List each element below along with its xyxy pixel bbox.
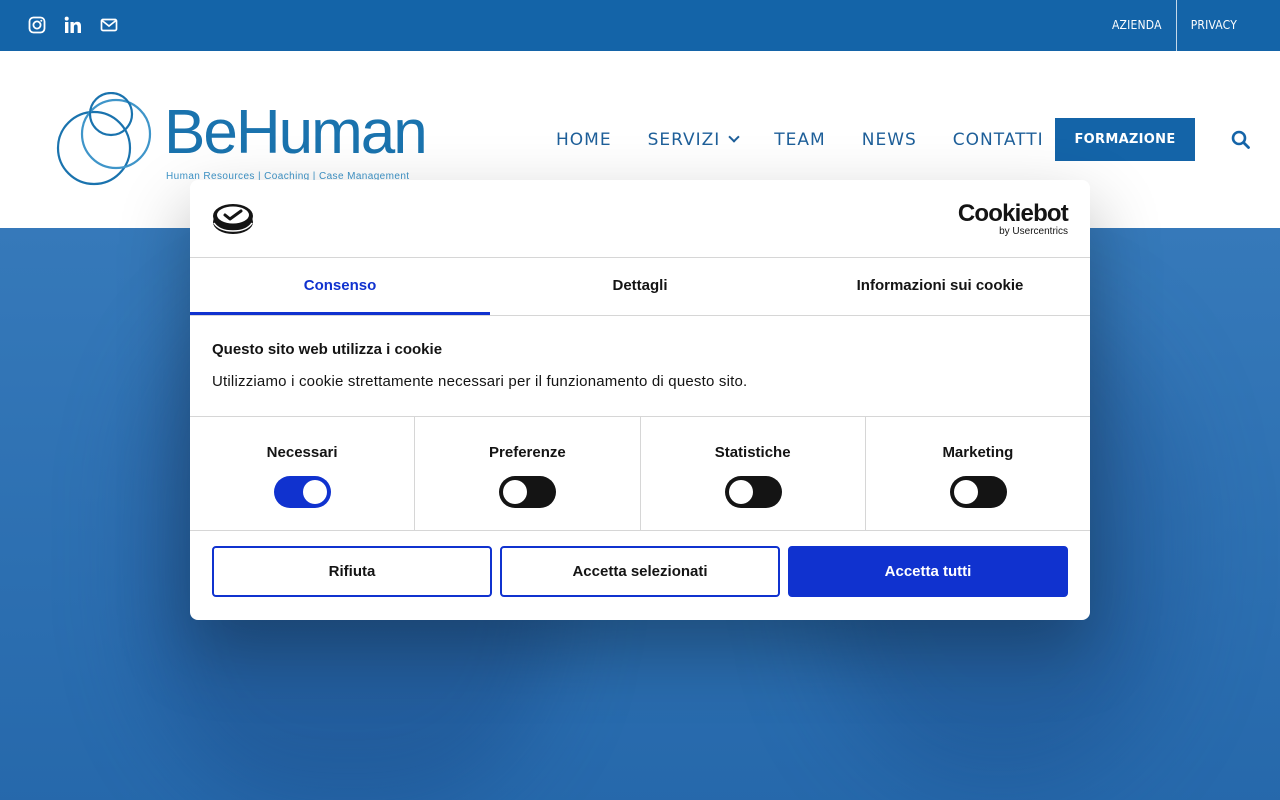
statistiche-toggle[interactable] (724, 476, 782, 508)
category-label: Marketing (942, 444, 1014, 461)
cookiebot-name: Cookiebot (957, 200, 1069, 227)
mail-icon[interactable] (100, 15, 118, 35)
cookiebot-brand[interactable]: Cookiebot by Usercentrics (957, 200, 1069, 238)
category-label: Necessari (266, 444, 338, 461)
toggle-knob (303, 480, 328, 504)
search-icon[interactable] (1231, 130, 1251, 150)
toggle-knob (953, 480, 978, 504)
nav-news[interactable]: NEWS (862, 130, 917, 150)
cookiebot-by: by Usercentrics (999, 226, 1068, 237)
cookie-title: Questo sito web utilizza i cookie (212, 341, 443, 358)
main-nav: HOME SERVIZI TEAM NEWS CONTATTI (556, 118, 1080, 161)
top-link-azienda[interactable]: AZIENDA (1098, 0, 1176, 51)
accept-selected-button[interactable]: Accetta selezionati (500, 546, 780, 597)
formazione-button[interactable]: FORMAZIONE (1055, 118, 1195, 161)
marketing-toggle[interactable] (949, 476, 1007, 508)
toggle-knob (728, 480, 753, 504)
linkedin-icon[interactable] (64, 15, 82, 35)
nav-home[interactable]: HOME (556, 130, 612, 150)
toggle-knob (503, 480, 528, 504)
tab-dettagli[interactable]: Dettagli (490, 258, 790, 315)
category-necessari: Necessari (190, 417, 416, 530)
top-links: AZIENDA PRIVACY (1098, 0, 1280, 51)
logo-circles-icon (56, 92, 152, 186)
cookie-description: Utilizziamo i cookie strettamente necess… (212, 373, 748, 390)
category-marketing: Marketing (866, 417, 1090, 530)
category-statistiche: Statistiche (641, 417, 866, 530)
category-preferenze: Preferenze (415, 417, 641, 530)
preferenze-toggle[interactable] (499, 476, 557, 508)
nav-contatti[interactable]: CONTATTI (953, 130, 1044, 150)
cookie-consent-dialog: Cookiebot by Usercentrics Consenso Detta… (190, 180, 1090, 620)
cookie-body: Questo sito web utilizza i cookie Utiliz… (212, 340, 1072, 392)
social-links (28, 15, 118, 35)
top-bar: AZIENDA PRIVACY (0, 0, 1280, 51)
tab-consenso[interactable]: Consenso (190, 258, 490, 315)
category-label: Statistiche (714, 444, 791, 461)
tab-informazioni[interactable]: Informazioni sui cookie (790, 258, 1090, 315)
reject-button[interactable]: Rifiuta (212, 546, 492, 597)
nav-servizi[interactable]: SERVIZI (647, 129, 740, 150)
logo-wordmark: BeHuman (164, 98, 428, 167)
category-label: Preferenze (489, 444, 566, 461)
top-link-privacy[interactable]: PRIVACY (1177, 0, 1280, 51)
necessari-toggle[interactable] (274, 476, 332, 508)
nav-team[interactable]: TEAM (774, 130, 825, 150)
nav-servizi-label: SERVIZI (647, 129, 721, 150)
cookie-dialog-header: Cookiebot by Usercentrics (190, 180, 1090, 258)
accept-all-button[interactable]: Accetta tutti (788, 546, 1068, 597)
cookie-actions: Rifiuta Accetta selezionati Accetta tutt… (212, 546, 1068, 597)
instagram-icon[interactable] (28, 15, 46, 35)
cookie-tabs: Consenso Dettagli Informazioni sui cooki… (190, 258, 1090, 316)
chevron-down-icon (728, 131, 740, 143)
cookie-categories: Necessari Preferenze Statistiche Marketi… (190, 416, 1090, 531)
behuman-logo[interactable]: BeHuman Human Resources | Coaching | Cas… (56, 92, 446, 187)
cookiebot-logo-icon (213, 204, 253, 234)
